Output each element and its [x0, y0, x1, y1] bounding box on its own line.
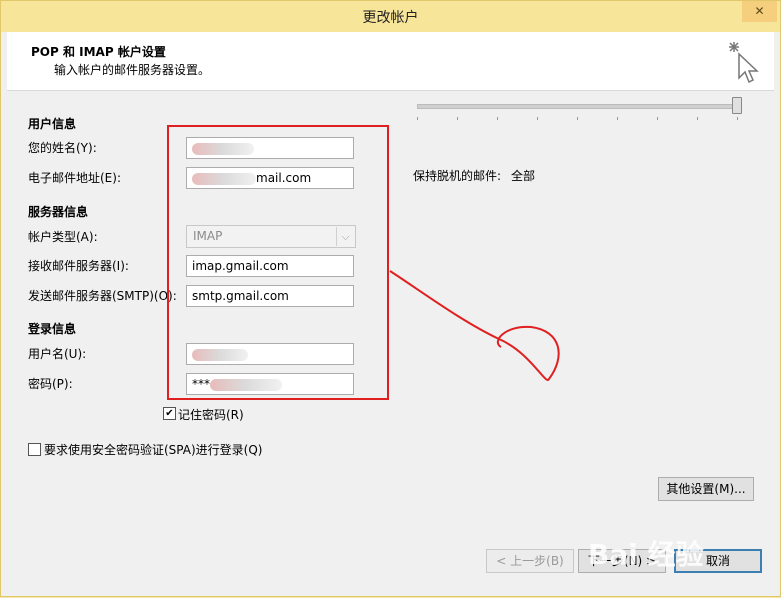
dialog-header: POP 和 IMAP 帐户设置 输入帐户的邮件服务器设置。	[7, 32, 774, 91]
spa-label: 要求使用安全密码验证(SPA)进行登录(Q)	[44, 443, 263, 457]
outgoing-server-field[interactable]: smtp.gmail.com	[186, 285, 354, 307]
email-label: 电子邮件地址(E):	[28, 171, 121, 185]
slider-ticks	[417, 117, 739, 121]
header-title: POP 和 IMAP 帐户设置	[31, 45, 166, 59]
password-field[interactable]: ***	[186, 373, 354, 395]
remember-password-checkbox[interactable]: ✔	[163, 407, 176, 420]
window-title: 更改帐户	[362, 10, 419, 26]
remember-password-label: 记住密码(R)	[178, 408, 244, 422]
username-field[interactable]	[186, 343, 354, 365]
title-bar[interactable]: 更改帐户 ✕	[1, 1, 780, 32]
offline-mail-label: 保持脱机的邮件:	[413, 169, 502, 183]
outgoing-server-label: 发送邮件服务器(SMTP)(O):	[28, 289, 177, 303]
more-settings-button[interactable]: 其他设置(M)...	[658, 477, 754, 501]
incoming-server-field[interactable]: imap.gmail.com	[186, 255, 354, 277]
user-info-section-label: 用户信息	[28, 117, 77, 131]
slider-track[interactable]	[417, 104, 739, 109]
server-info-section-label: 服务器信息	[28, 205, 89, 219]
password-label: 密码(P):	[28, 377, 73, 391]
password-value: ***	[192, 377, 210, 391]
account-type-label: 帐户类型(A):	[28, 230, 98, 244]
name-label: 您的姓名(Y):	[28, 141, 97, 155]
back-button[interactable]: < 上一步(B)	[486, 549, 574, 573]
email-field[interactable]: mail.com	[186, 167, 354, 189]
login-info-section-label: 登录信息	[28, 322, 77, 336]
offline-mail-value: 全部	[511, 169, 536, 183]
name-field[interactable]	[186, 137, 354, 159]
username-label: 用户名(U):	[28, 347, 87, 361]
account-type-value: IMAP	[193, 229, 223, 243]
email-value: mail.com	[256, 171, 312, 185]
header-subtitle: 输入帐户的邮件服务器设置。	[54, 63, 211, 77]
change-account-dialog: 更改帐户 ✕ POP 和 IMAP 帐户设置 输入帐户的邮件服务器设置。 用户信…	[0, 0, 781, 597]
slider-thumb[interactable]	[732, 97, 742, 114]
incoming-server-label: 接收邮件服务器(I):	[28, 259, 129, 273]
baidu-watermark: Bai 经验	[588, 538, 704, 571]
account-type-select: IMAP ⌵	[186, 225, 356, 248]
dialog-content: 用户信息 您的姓名(Y): 电子邮件地址(E): mail.com 服务器信息 …	[7, 91, 774, 591]
chevron-down-icon: ⌵	[336, 227, 354, 246]
close-button[interactable]: ✕	[742, 1, 777, 22]
cursor-sparkle-icon	[729, 42, 759, 84]
spa-checkbox[interactable]	[28, 443, 41, 456]
